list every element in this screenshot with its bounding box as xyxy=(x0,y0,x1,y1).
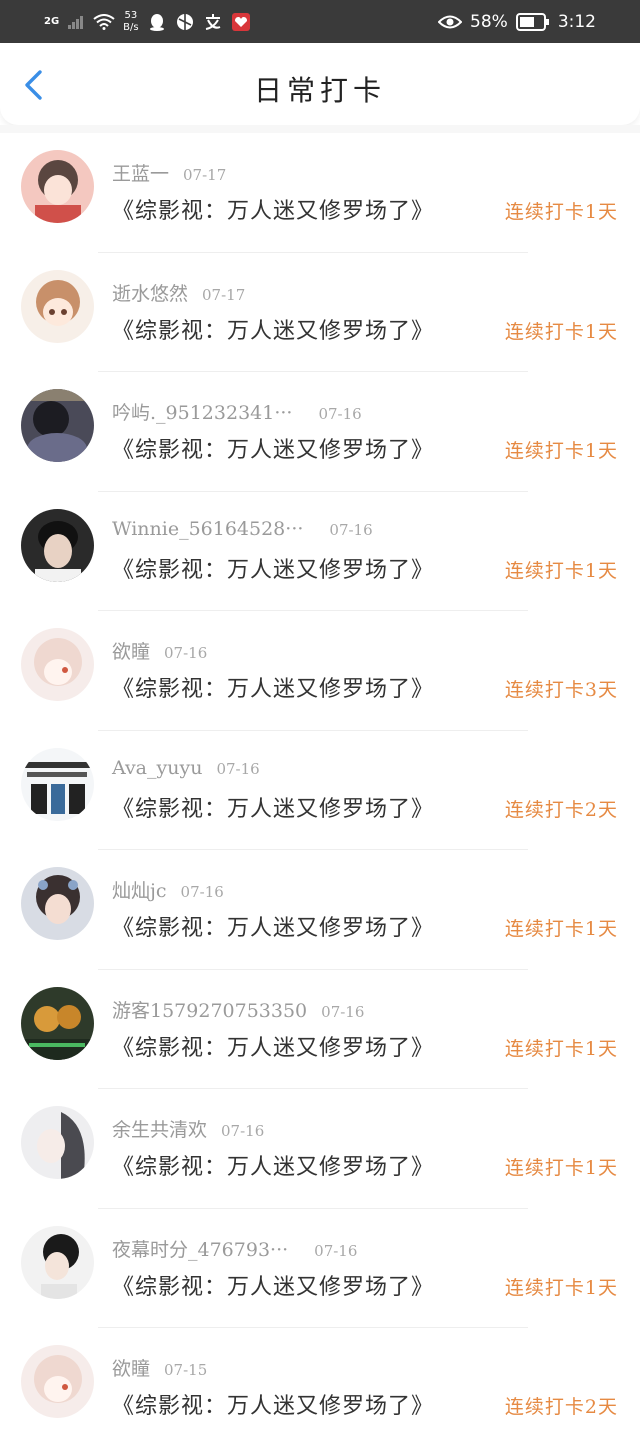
list-item[interactable]: 欲瞳 07-16 《综影视：万人迷又修罗场了》 连续打卡3天 xyxy=(0,611,640,731)
user-name-text: 逝水悠然 xyxy=(112,282,189,305)
streak-text: 连续打卡1天 xyxy=(504,918,618,940)
streak-text: 连续打卡1天 xyxy=(504,1276,618,1299)
user-name-text: 灿灿jc xyxy=(112,880,167,902)
book-title: 《综影视：万人迷又修罗场了》 xyxy=(112,1155,435,1180)
book-title: 《综影视：万人迷又修罗场了》 xyxy=(112,677,435,702)
network-type: 2G xyxy=(44,16,60,27)
checkin-date: 07-16 xyxy=(314,1241,358,1260)
checkin-date: 07-16 xyxy=(329,520,373,539)
user-name: 欲瞳 07-16 xyxy=(112,637,207,664)
status-left: 2G 53 B/s xyxy=(44,0,251,43)
header-shadow-gap xyxy=(0,125,640,133)
net-speed: 53 B/s xyxy=(123,10,138,34)
status-bar: 2G 53 B/s 58% 3:12 xyxy=(0,0,640,43)
browser-icon xyxy=(176,13,193,30)
avatar[interactable] xyxy=(21,1106,94,1179)
qq-icon xyxy=(149,13,164,31)
avatar[interactable] xyxy=(21,150,94,223)
list-item[interactable]: 逝水悠然 07-17 《综影视：万人迷又修罗场了》 连续打卡1天 xyxy=(0,253,640,372)
streak-text: 连续打卡1天 xyxy=(504,320,618,343)
streak-text: 连续打卡1天 xyxy=(504,201,618,223)
book-title: 《综影视：万人迷又修罗场了》 xyxy=(112,318,435,344)
checkin-date: 07-16 xyxy=(321,1002,365,1021)
user-name: 游客1579270753350 07-16 xyxy=(112,996,364,1023)
battery-icon xyxy=(515,12,549,31)
avatar[interactable] xyxy=(21,1345,94,1418)
avatar[interactable] xyxy=(21,747,94,821)
user-name: 灿灿jc 07-16 xyxy=(112,876,224,903)
signal-icon xyxy=(68,15,84,29)
streak-text: 连续打卡1天 xyxy=(504,440,618,462)
header-bar: 日常打卡 xyxy=(0,43,640,125)
list-item[interactable]: Ava_yuyu 07-16 《综影视：万人迷又修罗场了》 连续打卡2天 xyxy=(0,731,640,850)
list-item[interactable]: 吟屿._951232341··· 07-16 《综影视：万人迷又修罗场了》 连续打… xyxy=(0,372,640,492)
user-name: 欲瞳 07-15 xyxy=(112,1354,207,1381)
user-name: 吟屿._951232341··· 07-16 xyxy=(112,398,362,425)
alipay-icon xyxy=(205,13,221,30)
user-name: Winnie_56164528··· 07-16 xyxy=(112,518,373,540)
book-title: 《综影视：万人迷又修罗场了》 xyxy=(112,1035,435,1061)
user-name: Ava_yuyu 07-16 xyxy=(112,757,260,779)
book-title: 《综影视：万人迷又修罗场了》 xyxy=(112,557,435,583)
list-item[interactable]: 灿灿jc 07-16 《综影视：万人迷又修罗场了》 连续打卡1天 xyxy=(0,850,640,970)
net-speed-value: 53 xyxy=(124,9,138,21)
streak-text: 连续打卡2天 xyxy=(504,798,618,821)
user-name-text: 夜幕时分_476793··· xyxy=(112,1238,289,1261)
list-item[interactable]: Winnie_56164528··· 07-16 《综影视：万人迷又修罗场了》 连… xyxy=(0,492,640,611)
book-title: 《综影视：万人迷又修罗场了》 xyxy=(112,796,435,822)
app-heart-icon xyxy=(231,12,250,31)
checkin-date: 07-16 xyxy=(180,883,224,901)
checkin-date: 07-16 xyxy=(164,644,208,662)
streak-text: 连续打卡1天 xyxy=(504,1157,618,1179)
avatar[interactable] xyxy=(21,867,94,940)
list-item[interactable]: 余生共清欢 07-16 《综影视：万人迷又修罗场了》 连续打卡1天 xyxy=(0,1089,640,1209)
avatar[interactable] xyxy=(21,986,94,1060)
checkin-date: 07-16 xyxy=(318,405,362,423)
avatar[interactable] xyxy=(21,389,94,462)
user-name-text: Winnie_56164528··· xyxy=(112,517,304,540)
user-name-text: 余生共清欢 xyxy=(112,1119,208,1141)
streak-text: 连续打卡1天 xyxy=(504,559,618,582)
book-title: 《综影视：万人迷又修罗场了》 xyxy=(112,199,435,224)
battery-percent: 58% xyxy=(470,11,508,32)
streak-text: 连续打卡1天 xyxy=(504,1037,618,1060)
clock: 3:12 xyxy=(557,11,596,32)
list-item[interactable]: 游客1579270753350 07-16 《综影视：万人迷又修罗场了》 连续打卡… xyxy=(0,970,640,1089)
checkin-list: 王蓝一 07-17 《综影视：万人迷又修罗场了》 连续打卡1天 逝水悠然 07-17… xyxy=(0,133,640,1448)
book-title: 《综影视：万人迷又修罗场了》 xyxy=(112,916,435,941)
checkin-date: 07-17 xyxy=(183,166,227,184)
checkin-date: 07-16 xyxy=(216,759,260,778)
wifi-icon xyxy=(93,13,115,30)
user-name-text: 欲瞳 xyxy=(112,1358,151,1380)
eye-icon xyxy=(438,15,463,28)
checkin-date: 07-17 xyxy=(202,285,246,304)
user-name-text: 欲瞳 xyxy=(112,641,151,663)
user-name: 逝水悠然 07-17 xyxy=(112,279,245,306)
user-name-text: 王蓝一 xyxy=(112,163,170,185)
status-right: 58% 3:12 xyxy=(438,0,596,43)
avatar[interactable] xyxy=(21,1225,94,1299)
user-name-text: 吟屿._951232341··· xyxy=(112,402,293,424)
user-name-text: Ava_yuyu xyxy=(112,756,203,779)
streak-text: 连续打卡2天 xyxy=(504,1396,618,1418)
list-item[interactable]: 欲瞳 07-15 《综影视：万人迷又修罗场了》 连续打卡2天 xyxy=(0,1328,640,1448)
net-speed-unit: B/s xyxy=(123,21,139,33)
user-name: 王蓝一 07-17 xyxy=(112,159,226,186)
avatar[interactable] xyxy=(21,508,94,582)
user-name: 余生共清欢 07-16 xyxy=(112,1115,264,1142)
list-item[interactable]: 王蓝一 07-17 《综影视：万人迷又修罗场了》 连续打卡1天 xyxy=(0,133,640,253)
book-title: 《综影视：万人迷又修罗场了》 xyxy=(112,438,435,463)
checkin-date: 07-16 xyxy=(221,1122,265,1140)
avatar[interactable] xyxy=(21,628,94,701)
streak-text: 连续打卡3天 xyxy=(504,679,618,701)
list-item[interactable]: 夜幕时分_476793··· 07-16 《综影视：万人迷又修罗场了》 连续打卡1… xyxy=(0,1209,640,1328)
user-name: 夜幕时分_476793··· 07-16 xyxy=(112,1235,357,1262)
book-title: 《综影视：万人迷又修罗场了》 xyxy=(112,1274,435,1300)
user-name-text: 游客1579270753350 xyxy=(112,999,308,1022)
page-title: 日常打卡 xyxy=(253,74,386,107)
avatar[interactable] xyxy=(21,269,94,343)
checkin-date: 07-15 xyxy=(164,1361,208,1379)
book-title: 《综影视：万人迷又修罗场了》 xyxy=(112,1394,435,1419)
